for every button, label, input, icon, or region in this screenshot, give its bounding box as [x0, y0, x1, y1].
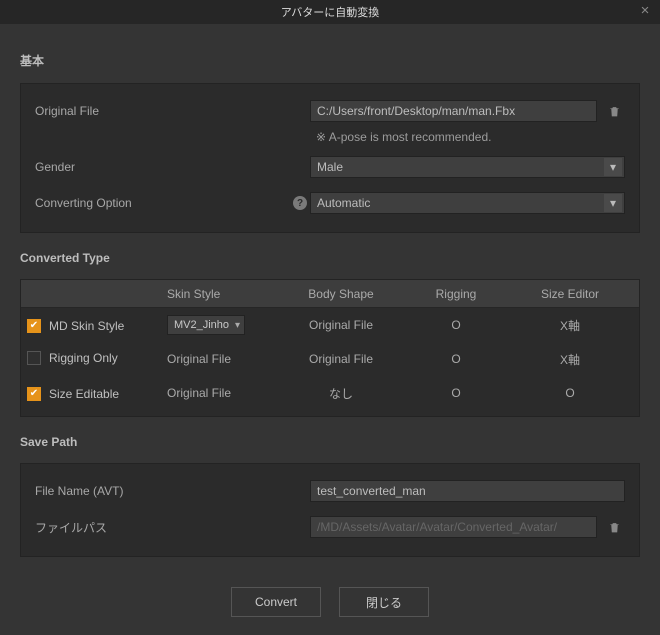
- section-converted-type-title: Converted Type: [20, 251, 640, 265]
- th-rigging: Rigging: [411, 287, 501, 301]
- converting-option-label: Converting Option: [35, 196, 290, 210]
- checkbox-rigging-only[interactable]: Rigging Only: [27, 351, 118, 365]
- basic-panel: Original File ※ A-pose is most recommend…: [20, 83, 640, 233]
- converting-option-select[interactable]: Automatic ▾: [310, 192, 625, 214]
- cell-size-editor: O: [501, 386, 639, 400]
- cell-body-shape: Original File: [271, 318, 411, 332]
- section-basic-title: 基本: [20, 52, 640, 69]
- checkbox-size-editable[interactable]: ✔ Size Editable: [27, 387, 119, 401]
- cell-rigging: O: [411, 386, 501, 400]
- original-file-hint: ※ A-pose is most recommended.: [310, 126, 625, 152]
- checkbox-icon: ✔: [27, 319, 41, 333]
- th-size-editor: Size Editor: [501, 287, 639, 301]
- file-name-label: File Name (AVT): [35, 484, 290, 498]
- gender-label: Gender: [35, 160, 290, 174]
- th-skin-style: Skin Style: [161, 287, 271, 301]
- skin-style-select[interactable]: MV2_Jinho ▾: [167, 315, 245, 335]
- window-title: アバターに自動変換: [281, 4, 380, 20]
- help-icon[interactable]: ?: [293, 196, 307, 210]
- cell-rigging: O: [411, 318, 501, 332]
- close-button[interactable]: 閉じる: [339, 587, 429, 617]
- converting-option-value: Automatic: [317, 196, 370, 210]
- th-body-shape: Body Shape: [271, 287, 411, 301]
- file-path-label: ファイルパス: [35, 519, 290, 536]
- section-save-path-title: Save Path: [20, 435, 640, 449]
- chevron-down-icon: ▾: [604, 158, 622, 176]
- gender-select[interactable]: Male ▾: [310, 156, 625, 178]
- table-row: ✔ Size Editable Original File なし O O: [21, 376, 639, 410]
- cell-skin-style: Original File: [161, 386, 271, 400]
- cell-skin-style: Original File: [161, 352, 271, 366]
- save-path-panel: File Name (AVT) ファイルパス: [20, 463, 640, 557]
- trash-icon[interactable]: [603, 516, 625, 538]
- cell-body-shape: なし: [271, 385, 411, 402]
- converted-type-panel: Skin Style Body Shape Rigging Size Edito…: [20, 279, 640, 417]
- original-file-input[interactable]: [310, 100, 597, 122]
- table-header: Skin Style Body Shape Rigging Size Edito…: [21, 280, 639, 308]
- trash-icon[interactable]: [603, 100, 625, 122]
- original-file-label: Original File: [35, 104, 290, 118]
- convert-button[interactable]: Convert: [231, 587, 321, 617]
- cell-size-editor: X軸: [501, 317, 639, 334]
- cell-size-editor: X軸: [501, 351, 639, 368]
- checkbox-icon: ✔: [27, 387, 41, 401]
- file-name-input[interactable]: [310, 480, 625, 502]
- cell-body-shape: Original File: [271, 352, 411, 366]
- chevron-down-icon: ▾: [235, 320, 240, 331]
- table-row: ✔ MD Skin Style MV2_Jinho ▾ Original Fil…: [21, 308, 639, 342]
- chevron-down-icon: ▾: [604, 194, 622, 212]
- cell-rigging: O: [411, 352, 501, 366]
- titlebar: アバターに自動変換 ×: [0, 0, 660, 24]
- close-icon[interactable]: ×: [636, 2, 654, 19]
- table-row: Rigging Only Original File Original File…: [21, 342, 639, 376]
- checkbox-md-skin-style[interactable]: ✔ MD Skin Style: [27, 319, 124, 333]
- gender-value: Male: [317, 160, 343, 174]
- file-path-input: [310, 516, 597, 538]
- checkbox-icon: [27, 351, 41, 365]
